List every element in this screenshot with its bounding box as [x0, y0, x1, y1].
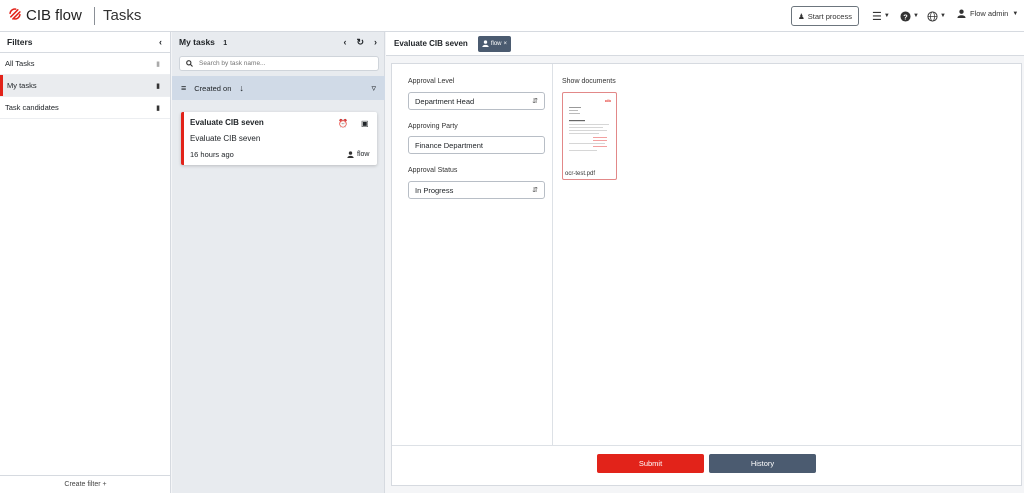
filters-panel: Filters ‹ All Tasks ▮ My tasks ▮ Task ca…: [0, 32, 171, 493]
approval-level-label: Approval Level: [408, 78, 455, 85]
task-name: Evaluate CIB seven: [190, 134, 261, 143]
tasks-title: My tasks: [179, 37, 215, 47]
task-assignee: flow: [347, 151, 369, 158]
globe-icon: [927, 10, 938, 22]
pin-icon[interactable]: ▮: [156, 60, 160, 68]
show-documents-label: Show documents: [562, 78, 616, 85]
task-assignee-name: flow: [357, 151, 370, 158]
form-fields-column: Approval Level Department Head ⇵ Approvi…: [392, 64, 553, 445]
alarm-clock-icon[interactable]: ⏰: [338, 119, 348, 128]
approving-party-label: Approving Party: [408, 123, 458, 130]
advanced-filter-icon[interactable]: ▿: [371, 83, 376, 94]
detail-title: Evaluate CIB seven: [394, 39, 468, 48]
filter-item-my-tasks[interactable]: My tasks ▮: [0, 75, 170, 97]
user-name: Flow admin: [970, 9, 1009, 18]
assignee-chip-label: flow: [490, 40, 502, 47]
collapse-chevron-icon[interactable]: ‹: [159, 37, 162, 47]
filter-item-all-tasks[interactable]: All Tasks ▮: [0, 53, 170, 75]
sort-label[interactable]: Created on: [194, 84, 231, 93]
task-detail-panel: Evaluate CIB seven flow × Approval Level…: [386, 32, 1024, 493]
pdf-preview-icon: cib: [569, 98, 611, 151]
filter-item-task-candidates[interactable]: Task candidates ▮: [0, 97, 170, 119]
select-arrows-icon: ⇵: [532, 98, 538, 105]
approval-status-select[interactable]: In Progress ⇵: [408, 181, 545, 199]
user-icon: [957, 9, 966, 18]
submit-button[interactable]: Submit: [597, 454, 704, 473]
approval-level-select[interactable]: Department Head ⇵: [408, 92, 545, 110]
task-search-box[interactable]: [179, 56, 379, 71]
calendar-icon[interactable]: ▣: [361, 119, 369, 128]
chevron-right-icon[interactable]: ›: [374, 37, 377, 48]
brand-name: CIB flow: [26, 7, 82, 24]
filter-item-label: Task candidates: [5, 103, 59, 112]
sort-bar: ≡ Created on ↓ ▿: [172, 76, 385, 100]
svg-text:cib: cib: [605, 98, 611, 103]
search-icon: [186, 60, 193, 67]
select-arrows-icon: ⇵: [532, 187, 538, 194]
filters-title: Filters: [7, 37, 33, 47]
form-footer-divider: [392, 445, 1021, 446]
sort-direction-icon[interactable]: ↓: [239, 83, 244, 93]
approval-status-label: Approval Status: [408, 167, 458, 174]
language-dropdown[interactable]: ▼: [927, 9, 946, 23]
detail-header: Evaluate CIB seven flow ×: [386, 32, 1024, 56]
hamburger-icon: ☰: [872, 10, 882, 23]
menu-dropdown[interactable]: ☰ ▼: [872, 9, 890, 23]
start-process-button[interactable]: ♟ Start process: [791, 6, 859, 26]
start-process-label: Start process: [807, 11, 852, 21]
pin-icon[interactable]: ▮: [156, 104, 160, 112]
tasks-header: My tasks 1 ‹ ↻ ›: [172, 32, 384, 52]
create-filter-button[interactable]: Create filter +: [0, 475, 171, 493]
document-name: ocr-test.pdf: [565, 171, 596, 177]
approving-party-value: Finance Department: [415, 140, 483, 150]
cib-logo-icon[interactable]: [8, 7, 22, 21]
tasks-count-badge: 1: [223, 40, 228, 47]
pin-icon[interactable]: ▮: [156, 82, 160, 90]
close-icon[interactable]: ×: [503, 41, 507, 47]
approval-status-value: In Progress: [415, 185, 454, 195]
user-icon: [482, 40, 489, 47]
brand-divider: [94, 7, 95, 25]
history-button[interactable]: History: [709, 454, 816, 473]
user-icon: [347, 151, 354, 158]
chevron-down-icon: ▼: [940, 13, 946, 19]
sort-icon[interactable]: ≡: [181, 83, 186, 93]
approval-level-value: Department Head: [415, 96, 475, 106]
app-name: Tasks: [103, 7, 142, 24]
chevron-left-icon[interactable]: ‹: [343, 37, 346, 48]
chevron-down-icon: ▼: [913, 13, 919, 19]
task-title: Evaluate CIB seven: [190, 118, 264, 127]
chevron-down-icon: ▼: [1012, 10, 1019, 17]
user-menu[interactable]: Flow admin ▼: [957, 9, 1018, 18]
chevron-down-icon: ▼: [883, 13, 890, 19]
help-dropdown[interactable]: ? ▼: [900, 9, 919, 23]
filters-header: Filters ‹: [0, 32, 170, 53]
task-created-time: 16 hours ago: [190, 150, 234, 159]
filter-item-label: My tasks: [7, 81, 37, 90]
refresh-icon[interactable]: ↻: [356, 37, 364, 48]
help-icon: ?: [900, 10, 911, 22]
svg-text:?: ?: [903, 12, 908, 21]
assignee-chip[interactable]: flow ×: [477, 35, 511, 52]
start-process-icon: ♟: [798, 11, 805, 21]
task-form: Approval Level Department Head ⇵ Approvi…: [391, 63, 1022, 486]
filter-item-label: All Tasks: [5, 59, 35, 68]
document-thumbnail[interactable]: cib ocr-test.pdf: [562, 92, 617, 180]
approving-party-input[interactable]: Finance Department: [408, 136, 545, 154]
tasks-panel: My tasks 1 ‹ ↻ › ≡ Created on ↓ ▿ Evalua…: [172, 32, 385, 493]
task-card[interactable]: Evaluate CIB seven ⏰ ▣ Evaluate CIB seve…: [181, 112, 377, 165]
top-header: CIB flow Tasks ♟ Start process ☰ ▼ ? ▼ ▼…: [0, 0, 1024, 32]
search-input[interactable]: [199, 60, 369, 67]
